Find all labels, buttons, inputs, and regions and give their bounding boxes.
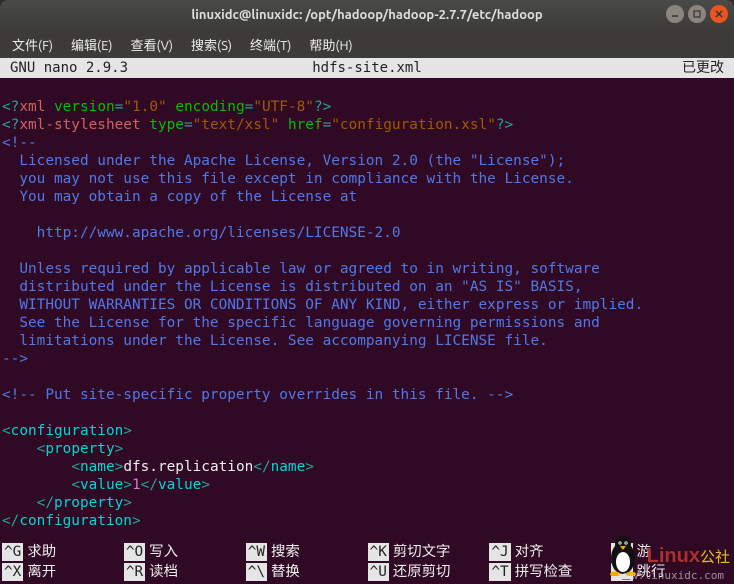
shortcut-key: ^G — [2, 543, 23, 561]
shortcut-label: 游 — [637, 543, 651, 561]
window-controls — [666, 5, 728, 23]
shortcut-label: 读档 — [149, 563, 178, 581]
editor-line — [2, 80, 732, 98]
menu-terminal[interactable]: 终端(T) — [242, 31, 299, 58]
editor-line: <!-- — [2, 134, 732, 152]
shortcut-item: ^K剪切文字 — [366, 542, 488, 562]
menu-edit[interactable]: 编辑(E) — [63, 31, 120, 58]
shortcut-label: 剪切文字 — [393, 543, 451, 561]
shortcut-label: 还原剪切 — [393, 563, 451, 581]
titlebar: linuxidc@linuxidc: /opt/hadoop/hadoop-2.… — [0, 0, 734, 30]
shortcut-key: ^X — [2, 563, 23, 581]
shortcut-item: ^X离开 — [0, 562, 122, 582]
shortcut-key: ^C — [611, 543, 632, 561]
menu-help[interactable]: 帮助(H) — [301, 31, 360, 58]
editor-line: http://www.apache.org/licenses/LICENSE-2… — [2, 224, 732, 242]
maximize-icon — [692, 9, 702, 19]
menubar: 文件(F) 编辑(E) 查看(V) 搜索(S) 终端(T) 帮助(H) — [0, 30, 734, 58]
shortcut-key: ^R — [124, 563, 145, 581]
editor-line — [2, 242, 732, 260]
editor-line: You may obtain a copy of the License at — [2, 188, 732, 206]
editor-line: <configuration> — [2, 422, 732, 440]
editor-line: <name>dfs.replication</name> — [2, 458, 732, 476]
editor-area[interactable]: <?xml version="1.0" encoding="UTF-8"?><?… — [0, 78, 734, 540]
shortcut-item: ^O写入 — [122, 542, 244, 562]
editor-line: See the License for the specific languag… — [2, 314, 732, 332]
menu-view[interactable]: 查看(V) — [123, 31, 181, 58]
editor-line — [2, 368, 732, 386]
editor-line — [2, 404, 732, 422]
shortcut-item: ^U还原剪切 — [366, 562, 488, 582]
shortcut-key: ^\ — [246, 563, 267, 581]
shortcut-label: 拼写检查 — [515, 563, 573, 581]
shortcut-key: ^W — [246, 543, 267, 561]
shortcut-key: ^_ — [611, 563, 632, 581]
editor-line — [2, 206, 732, 224]
maximize-button[interactable] — [688, 5, 706, 23]
shortcut-item: ^\替换 — [244, 562, 366, 582]
shortcut-key: ^U — [368, 563, 389, 581]
editor-line: --> — [2, 350, 732, 368]
shortcut-item: ^C 游 — [609, 542, 731, 562]
window-title: linuxidc@linuxidc: /opt/hadoop/hadoop-2.… — [191, 8, 542, 22]
shortcut-label: 搜索 — [271, 543, 300, 561]
shortcut-item: ^J 对齐 — [487, 542, 609, 562]
shortcut-key: ^J — [489, 543, 510, 561]
minimize-icon — [670, 9, 680, 19]
minimize-button[interactable] — [666, 5, 684, 23]
editor-line: WITHOUT WARRANTIES OR CONDITIONS OF ANY … — [2, 296, 732, 314]
editor-line: <value>1</value> — [2, 476, 732, 494]
nano-shortcuts: ^G求助^O写入^W搜索^K剪切文字^J对齐^C游^X离开^R读档^\替换^U还… — [0, 540, 734, 584]
shortcut-label: 跳行 — [637, 563, 666, 581]
nano-version: GNU nano 2.9.3 — [10, 58, 128, 78]
shortcut-key: ^T — [489, 563, 510, 581]
editor-line: </configuration> — [2, 512, 732, 530]
nano-filename: hdfs-site.xml — [312, 58, 422, 78]
close-button[interactable] — [710, 5, 728, 23]
shortcut-item: ^G求助 — [0, 542, 122, 562]
close-icon — [714, 9, 724, 19]
menu-search[interactable]: 搜索(S) — [183, 31, 240, 58]
editor-line: Unless required by applicable law or agr… — [2, 260, 732, 278]
editor-line: <!-- Put site-specific property override… — [2, 386, 732, 404]
shortcut-label: 求助 — [27, 543, 56, 561]
shortcut-label: 替换 — [271, 563, 300, 581]
editor-line: <?xml version="1.0" encoding="UTF-8"?> — [2, 98, 732, 116]
shortcut-item: ^_ 跳行 — [609, 562, 731, 582]
editor-line: Licensed under the Apache License, Versi… — [2, 152, 732, 170]
menu-file[interactable]: 文件(F) — [4, 31, 61, 58]
nano-modified-indicator: 已更改 — [682, 58, 724, 78]
editor-line: <?xml-stylesheet type="text/xsl" href="c… — [2, 116, 732, 134]
editor-line: <property> — [2, 440, 732, 458]
shortcut-item: ^T 拼写检查 — [487, 562, 609, 582]
shortcut-item: ^R读档 — [122, 562, 244, 582]
shortcut-label: 对齐 — [515, 543, 544, 561]
editor-line: you may not use this file except in comp… — [2, 170, 732, 188]
editor-line: </property> — [2, 494, 732, 512]
shortcut-label: 写入 — [149, 543, 178, 561]
editor-line: limitations under the License. See accom… — [2, 332, 732, 350]
editor-line: distributed under the License is distrib… — [2, 278, 732, 296]
shortcut-key: ^O — [124, 543, 145, 561]
shortcut-label: 离开 — [27, 563, 56, 581]
shortcut-key: ^K — [368, 543, 389, 561]
nano-header: GNU nano 2.9.3 hdfs-site.xml 已更改 — [0, 58, 734, 78]
shortcut-item: ^W搜索 — [244, 542, 366, 562]
